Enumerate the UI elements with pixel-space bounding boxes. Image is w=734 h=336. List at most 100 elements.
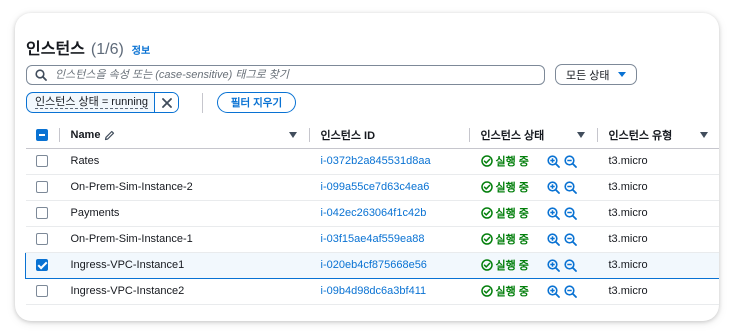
column-separator (596, 128, 598, 143)
state-filter-label: 모든 상태 (566, 69, 610, 82)
instances-panel: 인스턴스 (1/6) 정보 모든 상태 인스턴스 상태 = running 필터… (15, 13, 719, 321)
zoom-out-icon[interactable] (564, 154, 577, 168)
instance-id-cell: i-09b4d98dc6a3bf411 (308, 278, 469, 305)
sort-caret-icon[interactable] (288, 132, 297, 139)
status-check-icon (480, 207, 493, 219)
status-check-icon (480, 233, 493, 245)
instance-type: t3.micro (596, 200, 719, 227)
row-checkbox-cell (25, 200, 59, 227)
instance-name: On-Prem-Sim-Instance-2 (58, 174, 309, 201)
column-instance-id-label: 인스턴스 ID (320, 130, 376, 143)
column-type-label: 인스턴스 유형 (608, 130, 673, 143)
zoom-out-icon[interactable] (564, 232, 577, 246)
status-badge: 실행 중 (480, 231, 529, 247)
instance-state-cell: 실행 중 (468, 278, 597, 305)
row-checkbox[interactable] (35, 285, 48, 298)
column-name-label: Name (70, 129, 101, 142)
table-row[interactable]: On-Prem-Sim-Instance-1 i-03f15ae4af559ea8… (25, 226, 719, 253)
table-row[interactable]: Rates i-0372b2a845531d8aa 실행 중 t3.micro (25, 148, 719, 175)
instance-state-label: 실행 중 (495, 260, 529, 272)
column-header-state[interactable]: 인스턴스 상태 (468, 123, 597, 149)
instance-state-label: 실행 중 (495, 156, 529, 168)
instance-state-cell: 실행 중 (468, 200, 597, 227)
instance-type: t3.micro (596, 278, 719, 305)
select-all-checkbox[interactable] (35, 129, 48, 142)
instance-type: t3.micro (596, 251, 719, 279)
status-badge: 실행 중 (480, 257, 529, 273)
status-badge: 실행 중 (480, 153, 529, 169)
state-filter-actions (547, 258, 577, 272)
search-icon (35, 69, 47, 81)
column-separator (468, 128, 470, 143)
zoom-out-icon[interactable] (564, 180, 577, 194)
instance-state-cell: 실행 중 (468, 226, 597, 253)
instance-state-cell: 실행 중 (468, 148, 597, 175)
row-checkbox[interactable] (35, 233, 48, 246)
zoom-in-icon[interactable] (547, 206, 560, 220)
toolbar-divider (202, 93, 203, 113)
edit-pencil-icon[interactable] (104, 130, 115, 141)
status-badge: 실행 중 (480, 205, 529, 221)
page-header: 인스턴스 (1/6) 정보 (26, 35, 150, 59)
zoom-in-icon[interactable] (547, 154, 560, 168)
filter-token-label-box[interactable]: 인스턴스 상태 = running (27, 93, 156, 112)
select-all-cell (25, 123, 59, 149)
instance-state-cell: 실행 중 (468, 174, 597, 201)
instances-table: Name 인스턴스 ID 인스턴스 상태 인스턴스 유형 Rates i-037… (25, 123, 719, 305)
instance-id-link[interactable]: i-099a55ce7d63c4ea6 (321, 181, 430, 193)
instance-id-link[interactable]: i-0372b2a845531d8aa (321, 155, 431, 167)
row-checkbox-cell (25, 278, 59, 305)
status-check-icon (480, 285, 493, 297)
instance-name: Ingress-VPC-Instance1 (58, 251, 309, 279)
column-header-instance-id[interactable]: 인스턴스 ID (308, 123, 469, 149)
instance-state-label: 실행 중 (495, 286, 529, 298)
row-checkbox[interactable] (35, 155, 48, 168)
state-filter-actions (547, 232, 577, 246)
info-link[interactable]: 정보 (132, 42, 150, 57)
instance-id-cell: i-03f15ae4af559ea88 (308, 226, 469, 253)
row-checkbox-cell (25, 148, 59, 175)
status-check-icon (480, 181, 493, 193)
sort-caret-icon[interactable] (576, 132, 585, 139)
zoom-in-icon[interactable] (547, 258, 560, 272)
filter-token-label: 인스턴스 상태 = running (35, 96, 149, 109)
zoom-in-icon[interactable] (547, 284, 560, 298)
state-filter-dropdown[interactable]: 모든 상태 (555, 64, 637, 85)
filter-token-remove-button[interactable] (155, 93, 179, 112)
instance-type: t3.micro (596, 174, 719, 201)
instance-id-link[interactable]: i-03f15ae4af559ea88 (321, 233, 425, 245)
instance-id-link[interactable]: i-09b4d98dc6a3bf411 (321, 285, 427, 297)
instance-id-link[interactable]: i-042ec263064f1c42b (321, 207, 427, 219)
instance-id-cell: i-0372b2a845531d8aa (308, 148, 469, 175)
instance-id-link[interactable]: i-020eb4cf875668e56 (321, 259, 427, 271)
search-input[interactable] (55, 69, 525, 81)
selection-count: (1/6) (90, 41, 124, 58)
instance-type: t3.micro (596, 148, 719, 175)
table-row[interactable]: Payments i-042ec263064f1c42b 실행 중 t3.micro (25, 200, 719, 227)
zoom-out-icon[interactable] (564, 284, 577, 298)
close-icon (161, 97, 172, 108)
status-badge: 실행 중 (480, 179, 529, 195)
zoom-out-icon[interactable] (564, 206, 577, 220)
zoom-out-icon[interactable] (564, 258, 577, 272)
zoom-in-icon[interactable] (547, 232, 560, 246)
column-header-type[interactable]: 인스턴스 유형 (596, 123, 719, 149)
search-bar[interactable] (26, 65, 545, 85)
row-checkbox[interactable] (35, 207, 48, 220)
table-row[interactable]: On-Prem-Sim-Instance-2 i-099a55ce7d63c4ea… (25, 174, 719, 201)
row-checkbox[interactable] (35, 181, 48, 194)
instance-id-cell: i-099a55ce7d63c4ea6 (308, 174, 469, 201)
row-checkbox[interactable] (36, 259, 48, 272)
status-badge: 실행 중 (480, 283, 529, 299)
zoom-in-icon[interactable] (547, 180, 560, 194)
table-row[interactable]: Ingress-VPC-Instance2 i-09b4d98dc6a3bf411… (25, 278, 719, 305)
state-filter-actions (547, 284, 577, 298)
column-header-name[interactable]: Name (58, 123, 309, 149)
table-header-row: Name 인스턴스 ID 인스턴스 상태 인스턴스 유형 (25, 123, 719, 149)
sort-caret-icon[interactable] (699, 132, 708, 139)
table-row[interactable]: Ingress-VPC-Instance1 i-020eb4cf875668e56… (25, 251, 719, 279)
instance-name: Ingress-VPC-Instance2 (58, 278, 309, 305)
row-checkbox-cell (25, 174, 59, 201)
row-checkbox-cell (25, 251, 59, 279)
clear-filters-button[interactable]: 필터 지우기 (217, 92, 296, 113)
